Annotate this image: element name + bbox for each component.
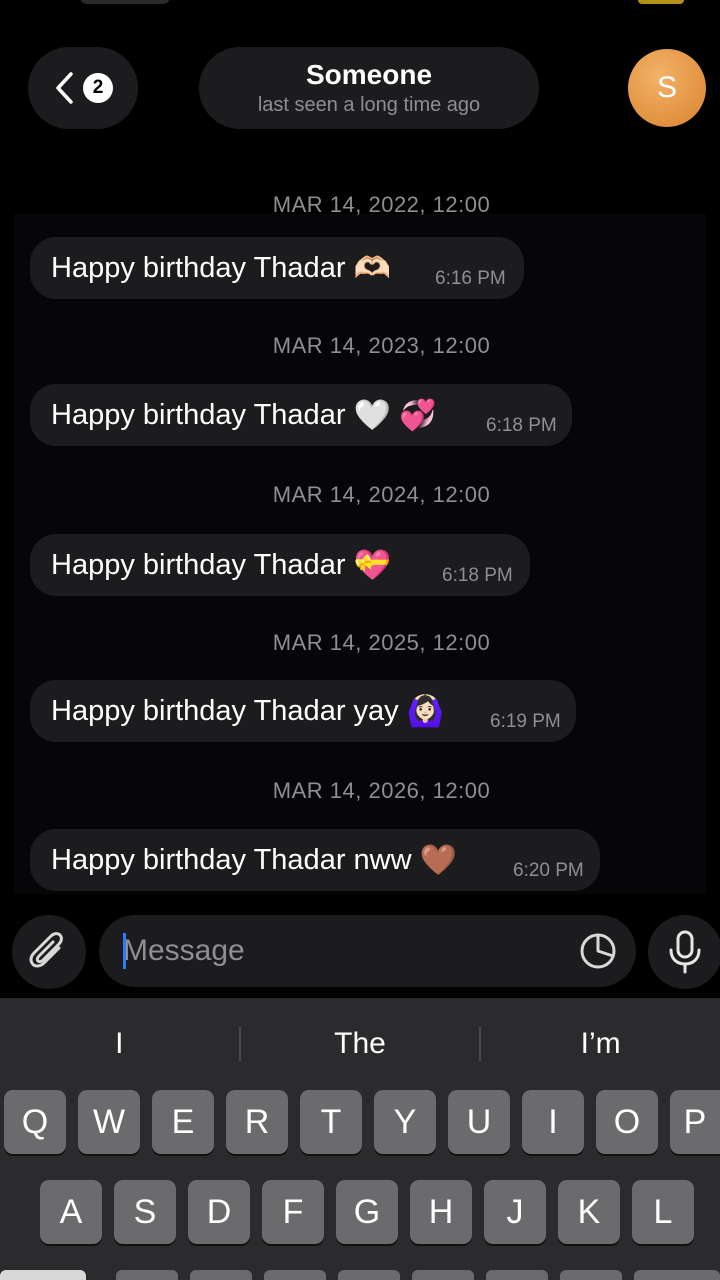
date-separator: MAR 14, 2023, 12:00	[272, 333, 491, 358]
microphone-icon	[669, 930, 701, 974]
unread-count-badge: 2	[83, 73, 113, 103]
key-x[interactable]	[190, 1270, 252, 1280]
message-bubble[interactable]: Happy birthday Thadar 🤍 💞 6:18 PM	[30, 384, 572, 446]
keyboard-row-1: Q W E R T Y U I O P	[0, 1090, 720, 1154]
key-v[interactable]	[338, 1270, 400, 1280]
on-screen-keyboard: I The I’m Q W E R T Y U I O P A S D F G …	[0, 998, 720, 1280]
key-w[interactable]: W	[78, 1090, 140, 1154]
key-f[interactable]: F	[262, 1180, 324, 1244]
message-emoji: 🙆🏻‍♀️	[406, 694, 445, 728]
message-time: 6:18 PM	[442, 565, 513, 586]
suggestion-item[interactable]: I	[0, 1012, 239, 1076]
message-text: Happy birthday Thadar nww	[51, 843, 412, 876]
key-t[interactable]: T	[300, 1090, 362, 1154]
key-e[interactable]: E	[152, 1090, 214, 1154]
date-separator: MAR 14, 2024, 12:00	[272, 482, 491, 507]
key-r[interactable]: R	[226, 1090, 288, 1154]
key-u[interactable]: U	[448, 1090, 510, 1154]
backspace-key[interactable]	[634, 1270, 720, 1280]
key-q[interactable]: Q	[4, 1090, 66, 1154]
key-k[interactable]: K	[558, 1180, 620, 1244]
contact-status: last seen a long time ago	[257, 94, 481, 116]
message-bubble[interactable]: Happy birthday Thadar yay 🙆🏻‍♀️ 6:19 PM	[30, 680, 576, 742]
back-button[interactable]: 2	[28, 47, 138, 129]
key-s[interactable]: S	[114, 1180, 176, 1244]
message-time: 6:18 PM	[486, 415, 557, 436]
message-emoji: 🤎	[419, 843, 457, 877]
key-y[interactable]: Y	[374, 1090, 436, 1154]
key-l[interactable]: L	[632, 1180, 694, 1244]
key-g[interactable]: G	[336, 1180, 398, 1244]
attach-button[interactable]	[12, 915, 86, 989]
key-j[interactable]: J	[484, 1180, 546, 1244]
contact-name: Someone	[305, 59, 433, 90]
message-time: 6:16 PM	[435, 268, 506, 289]
message-text: Happy birthday Thadar	[51, 548, 346, 581]
key-z[interactable]	[116, 1270, 178, 1280]
avatar[interactable]: S	[628, 49, 706, 127]
message-bubble[interactable]: Happy birthday Thadar 💝 6:18 PM	[30, 534, 530, 596]
chevron-left-icon	[56, 72, 73, 104]
avatar-initial: S	[656, 71, 677, 104]
status-bar-time	[80, 0, 170, 4]
sticker-icon[interactable]	[578, 931, 618, 971]
message-bubble[interactable]: Happy birthday Thadar 🫶🏻 6:16 PM	[30, 237, 524, 299]
key-c[interactable]	[264, 1270, 326, 1280]
suggestion-item[interactable]: The	[241, 1012, 480, 1076]
message-text: Happy birthday Thadar	[51, 398, 346, 431]
message-emoji: 🤍 💞	[353, 398, 437, 432]
message-list[interactable]: MAR 14, 2022, 12:00 Happy birthday Thada…	[14, 192, 706, 894]
message-input[interactable]	[99, 915, 636, 987]
key-a[interactable]: A	[40, 1180, 102, 1244]
chat-screen: 2 Someone last seen a long time ago S MA…	[0, 0, 720, 1280]
message-emoji: 💝	[353, 548, 391, 582]
paperclip-icon	[29, 932, 63, 968]
date-separator: MAR 14, 2025, 12:00	[272, 630, 491, 655]
key-n[interactable]	[486, 1270, 548, 1280]
text-cursor	[123, 933, 126, 969]
suggestion-item[interactable]: I’m	[481, 1012, 720, 1076]
date-separator: MAR 14, 2026, 12:00	[272, 778, 491, 803]
date-separator: MAR 14, 2022, 12:00	[272, 192, 491, 217]
key-i[interactable]: I	[522, 1090, 584, 1154]
autocomplete-bar: I The I’m	[0, 1012, 720, 1076]
key-o[interactable]: O	[596, 1090, 658, 1154]
status-bar	[0, 0, 720, 8]
key-m[interactable]	[560, 1270, 622, 1280]
shift-key[interactable]	[0, 1270, 86, 1280]
message-text: Happy birthday Thadar	[51, 251, 346, 284]
message-time: 6:19 PM	[490, 711, 561, 732]
key-p[interactable]: P	[670, 1090, 720, 1154]
message-bubble[interactable]: Happy birthday Thadar nww 🤎 6:20 PM	[30, 829, 600, 891]
keyboard-row-2: A S D F G H J K L	[0, 1180, 720, 1244]
key-h[interactable]: H	[410, 1180, 472, 1244]
key-d[interactable]: D	[188, 1180, 250, 1244]
message-time: 6:20 PM	[513, 860, 584, 881]
voice-record-button[interactable]	[648, 915, 720, 989]
key-b[interactable]	[412, 1270, 474, 1280]
chat-title[interactable]: Someone last seen a long time ago	[199, 47, 539, 129]
message-text: Happy birthday Thadar yay	[51, 694, 399, 727]
message-emoji: 🫶🏻	[353, 251, 391, 285]
battery-icon	[638, 0, 684, 4]
